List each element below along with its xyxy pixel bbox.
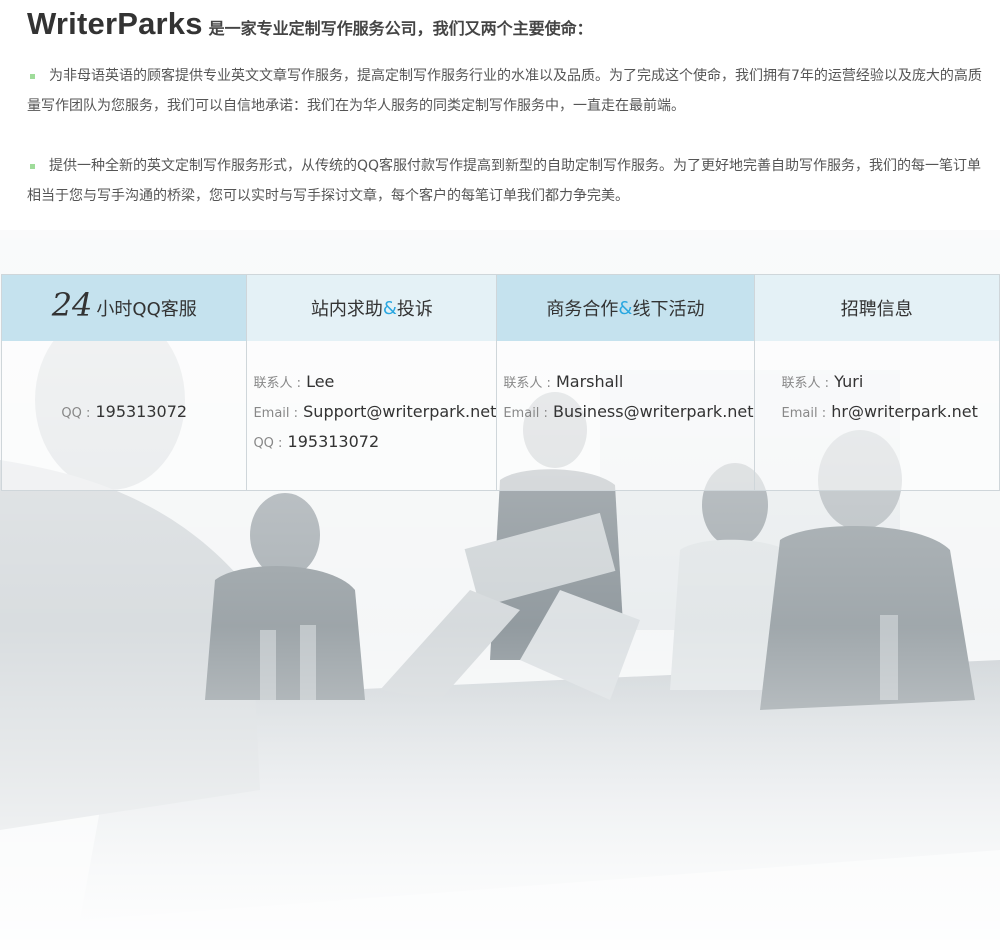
email-line: Email : hr@writerpark.net <box>782 397 999 427</box>
mission-text: 提供一种全新的英文定制写作服务形式，从传统的QQ客服付款写作提高到新型的自助定制… <box>27 158 982 204</box>
intro-tagline: 是一家专业定制写作服务公司，我们又两个主要使命： <box>208 19 593 38</box>
mission-item: 提供一种全新的英文定制写作服务形式，从传统的QQ客服付款写作提高到新型的自助定制… <box>27 151 992 211</box>
intro-heading: WriterParks 是一家专业定制写作服务公司，我们又两个主要使命： <box>27 0 992 44</box>
qq-label: QQ : <box>61 406 91 421</box>
column-body: 联系人 : Marshall Email : Business@writerpa… <box>497 341 753 490</box>
contact-line: 联系人 : Marshall <box>503 367 753 397</box>
column-title-post: 投诉 <box>396 299 433 320</box>
brand-name: WriterParks <box>27 6 203 41</box>
column-title-pre: 商务合作 <box>546 299 619 320</box>
email-link[interactable]: Business@writerpark.net <box>553 402 754 421</box>
contact-name: Yuri <box>834 372 864 391</box>
column-header: 招聘信息 <box>754 275 999 341</box>
square-bullet-icon <box>30 74 35 79</box>
contact-line: 联系人 : Yuri <box>782 367 999 397</box>
mission-text: 为非母语英语的顾客提供专业英文文章写作服务，提高定制写作服务行业的水准以及品质。… <box>27 68 982 114</box>
contact-column-help: 站内求助 & 投诉 联系人 : Lee Email : Support@writer… <box>247 275 498 490</box>
column-title-amp: & <box>382 297 397 319</box>
contact-label: 联系人 : <box>781 376 830 391</box>
column-header: 站内求助 & 投诉 <box>247 275 497 341</box>
qq-number[interactable]: 195313072 <box>288 432 380 451</box>
column-title-pre: 站内求助 <box>310 299 383 320</box>
contact-label: 联系人 : <box>253 376 301 391</box>
column-body: 联系人 : Yuri Email : hr@writerpark.net <box>755 341 999 490</box>
hours-number: 24 <box>51 286 93 324</box>
email-label: Email : <box>503 406 548 421</box>
column-title: 招聘信息 <box>840 299 913 320</box>
column-body: QQ : 195313072 <box>2 341 246 490</box>
column-header: 24 小时QQ客服 <box>2 275 247 341</box>
email-link[interactable]: Support@writerpark.net <box>303 402 496 421</box>
intro-section: WriterParks 是一家专业定制写作服务公司，我们又两个主要使命： 为非母语… <box>27 0 992 211</box>
contact-column-recruitment: 招聘信息 联系人 : Yuri Email : hr@writerpark.ne… <box>754 275 999 490</box>
qq-number[interactable]: 195313072 <box>95 402 187 421</box>
contact-name: Marshall <box>555 372 624 391</box>
column-title-amp: & <box>618 297 633 319</box>
qq-label: QQ : <box>253 436 283 451</box>
page: WriterParks 是一家专业定制写作服务公司，我们又两个主要使命： 为非母语… <box>0 0 1000 950</box>
square-bullet-icon <box>30 164 35 169</box>
contact-name: Lee <box>306 372 335 391</box>
email-link[interactable]: hr@writerpark.net <box>831 402 978 421</box>
mission-item: 为非母语英语的顾客提供专业英文文章写作服务，提高定制写作服务行业的水准以及品质。… <box>27 61 992 121</box>
email-label: Email : <box>781 406 827 421</box>
column-body: 联系人 : Lee Email : Support@writerpark.net… <box>247 341 496 490</box>
contact-label: 联系人 : <box>503 376 551 391</box>
contact-column-qq-support: 24 小时QQ客服 QQ : 195313072 <box>2 275 248 490</box>
column-header: 商务合作 & 线下活动 <box>497 275 754 341</box>
contact-column-business: 商务合作 & 线下活动 联系人 : Marshall Email : Busines… <box>497 275 755 490</box>
contact-line: 联系人 : Lee <box>253 367 496 397</box>
email-line: Email : Business@writerpark.net <box>503 397 753 427</box>
email-line: Email : Support@writerpark.net <box>253 397 496 427</box>
email-label: Email : <box>253 406 299 421</box>
contact-table: 24 小时QQ客服 QQ : 195313072 站内求助 & 投诉 联系人 : Le… <box>1 274 1000 491</box>
column-title-post: 线下活动 <box>632 299 705 320</box>
qq-line: QQ : 195313072 <box>253 427 496 457</box>
qq-line: QQ : 195313072 <box>2 397 246 427</box>
column-title: 小时QQ客服 <box>96 299 197 320</box>
